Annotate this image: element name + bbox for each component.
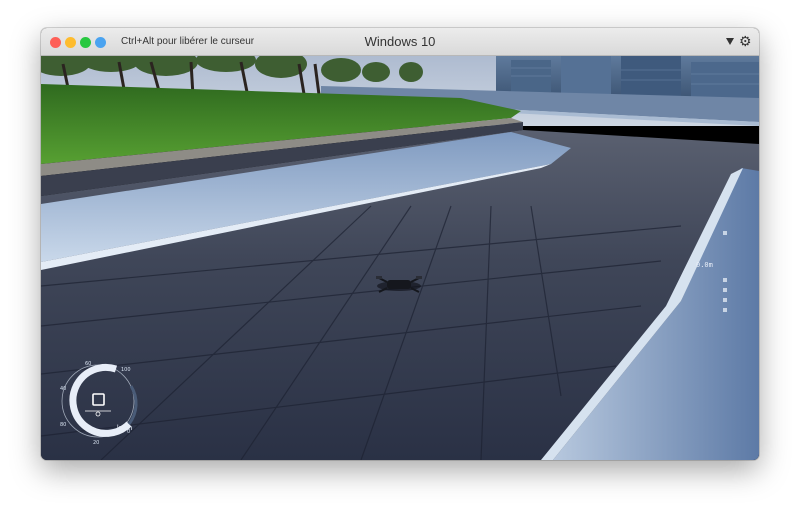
scene-render <box>41 48 759 460</box>
speed-tick-label: 100 <box>121 367 131 373</box>
game-viewport[interactable]: 0.0m km/h 60 100 40 80 0 20 <box>41 48 759 460</box>
chevron-down-icon[interactable] <box>726 38 734 45</box>
gear-icon[interactable]: ⚙ <box>739 34 752 48</box>
vm-window: Ctrl+Alt pour libérer le curseur Windows… <box>41 28 759 460</box>
window-title: Windows 10 <box>364 34 436 49</box>
speed-tick-label: 0 <box>127 429 131 435</box>
speed-tick-label: 80 <box>60 422 67 428</box>
speed-tick-label: 20 <box>93 440 100 446</box>
speed-tick-label: 60 <box>85 361 92 367</box>
speed-tick-label: 40 <box>60 386 67 392</box>
title-bar[interactable]: Ctrl+Alt pour libérer le curseur Windows… <box>41 28 759 56</box>
altitude-readout: 0.0m <box>696 261 713 269</box>
